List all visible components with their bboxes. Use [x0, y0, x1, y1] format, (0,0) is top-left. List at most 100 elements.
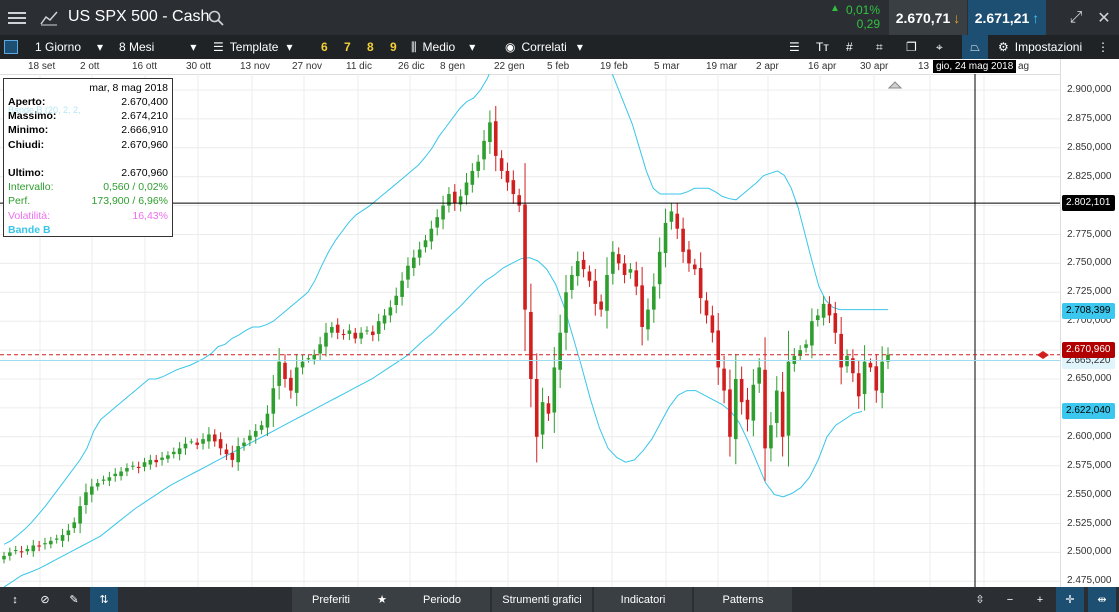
candle-body [429, 228, 434, 242]
sort-icon[interactable]: ⇅ [90, 587, 118, 612]
instrument-title: US SPX 500 - Cash [68, 8, 210, 25]
candle-body [294, 367, 299, 393]
info-row: Massimo: 2.674,210 [8, 110, 168, 123]
candle-body [587, 271, 592, 281]
candle-body [107, 477, 112, 481]
candle-body [804, 344, 808, 348]
info-row: Volatilità: 16,43% [8, 210, 168, 223]
zoom-in-icon[interactable]: + [1028, 587, 1052, 612]
candle-body [687, 249, 691, 264]
sell-price: 2.670,71 [895, 9, 951, 26]
candle-body [529, 311, 533, 379]
candle-body [324, 332, 328, 347]
settings-button[interactable]: ⚙ Impostazioni [998, 35, 1082, 59]
candle-body [31, 545, 36, 552]
chart-type-icon[interactable] [36, 0, 62, 35]
price-tick: 2.550,000 [1067, 488, 1112, 500]
info-value: 2.670,960 [121, 167, 168, 179]
chart-style-select[interactable]: ⫼ Medio ▾ [411, 35, 475, 59]
close-icon[interactable]: ✕ [1092, 0, 1116, 35]
candle-body [277, 361, 281, 386]
template-7-button[interactable]: 7 [344, 35, 351, 59]
hide-icon[interactable]: ⊘ [32, 587, 58, 612]
sell-price-button[interactable]: 2.670,71 ↓ [889, 0, 967, 35]
price-tick: 2.650,000 [1067, 373, 1112, 384]
star-icon[interactable]: ★ [370, 587, 394, 612]
price-tick: 2.875,000 [1067, 112, 1112, 124]
candle-body [359, 332, 363, 339]
candle-body [347, 330, 352, 334]
period-select[interactable]: 1 Giorno ▾ [35, 35, 103, 59]
range-label: 8 Mesi [119, 40, 155, 54]
windows-icon[interactable]: ❐ [906, 35, 917, 59]
correlati-label: Correlati [521, 40, 567, 54]
date-tick-trail: ag [1018, 61, 1030, 72]
candle-body [646, 309, 650, 330]
menu-icon[interactable] [0, 0, 34, 35]
template-6-button[interactable]: 6 [321, 35, 328, 59]
candle-body [8, 552, 12, 556]
patterns-button[interactable]: Patterns [694, 587, 792, 612]
template-8-button[interactable]: 8 [367, 35, 374, 59]
candle-body [253, 431, 258, 437]
expand-icon[interactable]: ⤢ [1064, 0, 1088, 35]
periodo-button[interactable]: Periodo [394, 587, 490, 612]
candle-body [523, 204, 527, 310]
candle-body [845, 355, 849, 367]
more-icon[interactable]: ⋮ [1097, 35, 1109, 59]
correlated-select[interactable]: ◉ Correlati ▾ [505, 35, 583, 59]
candle-body [470, 170, 475, 185]
price-tag-icon[interactable]: ⏢ [962, 35, 988, 59]
template-9-button[interactable]: 9 [390, 35, 397, 59]
grid-icon[interactable]: # [846, 35, 853, 59]
crosshair-grid-icon[interactable]: ⌗ [876, 35, 883, 59]
template-icon: ☰ [213, 40, 224, 54]
candle-body [482, 140, 486, 160]
zoom-out-icon[interactable]: − [998, 587, 1022, 612]
date-tick: 19 feb [600, 61, 628, 72]
info-key: Aperto: [8, 96, 46, 108]
move-all-icon[interactable]: ✛ [1056, 587, 1084, 612]
date-tick: 2 apr [756, 61, 779, 72]
candle-body [90, 486, 94, 495]
candle-body [435, 217, 440, 228]
crosshair-date-label: gio, 24 mag 2018 [933, 60, 1017, 73]
candle-body [728, 389, 732, 437]
template-select[interactable]: ☰ Template ▾ [213, 35, 293, 59]
panel-toggle-icon[interactable] [4, 35, 24, 59]
text-size-icon[interactable]: Tᴛ [816, 35, 829, 59]
candle-body [25, 548, 30, 552]
candle-body [13, 550, 18, 552]
candle-body [663, 222, 668, 253]
candle-body [546, 403, 551, 414]
candle-body [417, 249, 422, 258]
candle-body [335, 324, 340, 333]
move-vertical-icon[interactable]: ⇳ [968, 587, 992, 612]
info-row: Aperto: 2.670,400 [8, 96, 168, 109]
drag-icon[interactable]: ↕ [0, 587, 30, 612]
candle-body [634, 270, 639, 287]
candle-body [84, 492, 88, 506]
info-row: Chiudi: 2.670,960 [8, 139, 168, 152]
candle-body [704, 300, 709, 316]
candle-body [376, 321, 381, 334]
impostazioni-label: Impostazioni [1014, 40, 1083, 54]
fit-icon[interactable]: ⇹ [1088, 587, 1116, 612]
indicatori-button[interactable]: Indicatori [594, 587, 692, 612]
strumenti-button[interactable]: Strumenti grafici [492, 587, 592, 612]
preferiti-button[interactable]: Preferiti [292, 587, 370, 612]
notes-icon[interactable]: ☰ [789, 35, 800, 59]
crosshair-icon[interactable]: ⌖ [936, 35, 943, 59]
pencil-icon[interactable]: ✎ [60, 587, 88, 612]
candle-body [148, 459, 153, 465]
range-select[interactable]: 8 Mesi ▾ [119, 35, 196, 59]
candle-body [757, 367, 762, 384]
candle-body [593, 280, 598, 304]
candle-body [406, 265, 410, 280]
search-icon[interactable] [206, 0, 226, 35]
buy-price-button[interactable]: 2.671,21 ↑ [968, 0, 1046, 35]
candle-body [657, 251, 662, 285]
ohlc-info-panel: mar, 8 mag 2018 Bande B (20, 2, 2, Apert… [3, 78, 173, 237]
date-tick: 27 nov [292, 61, 323, 72]
candle-body [476, 161, 480, 171]
